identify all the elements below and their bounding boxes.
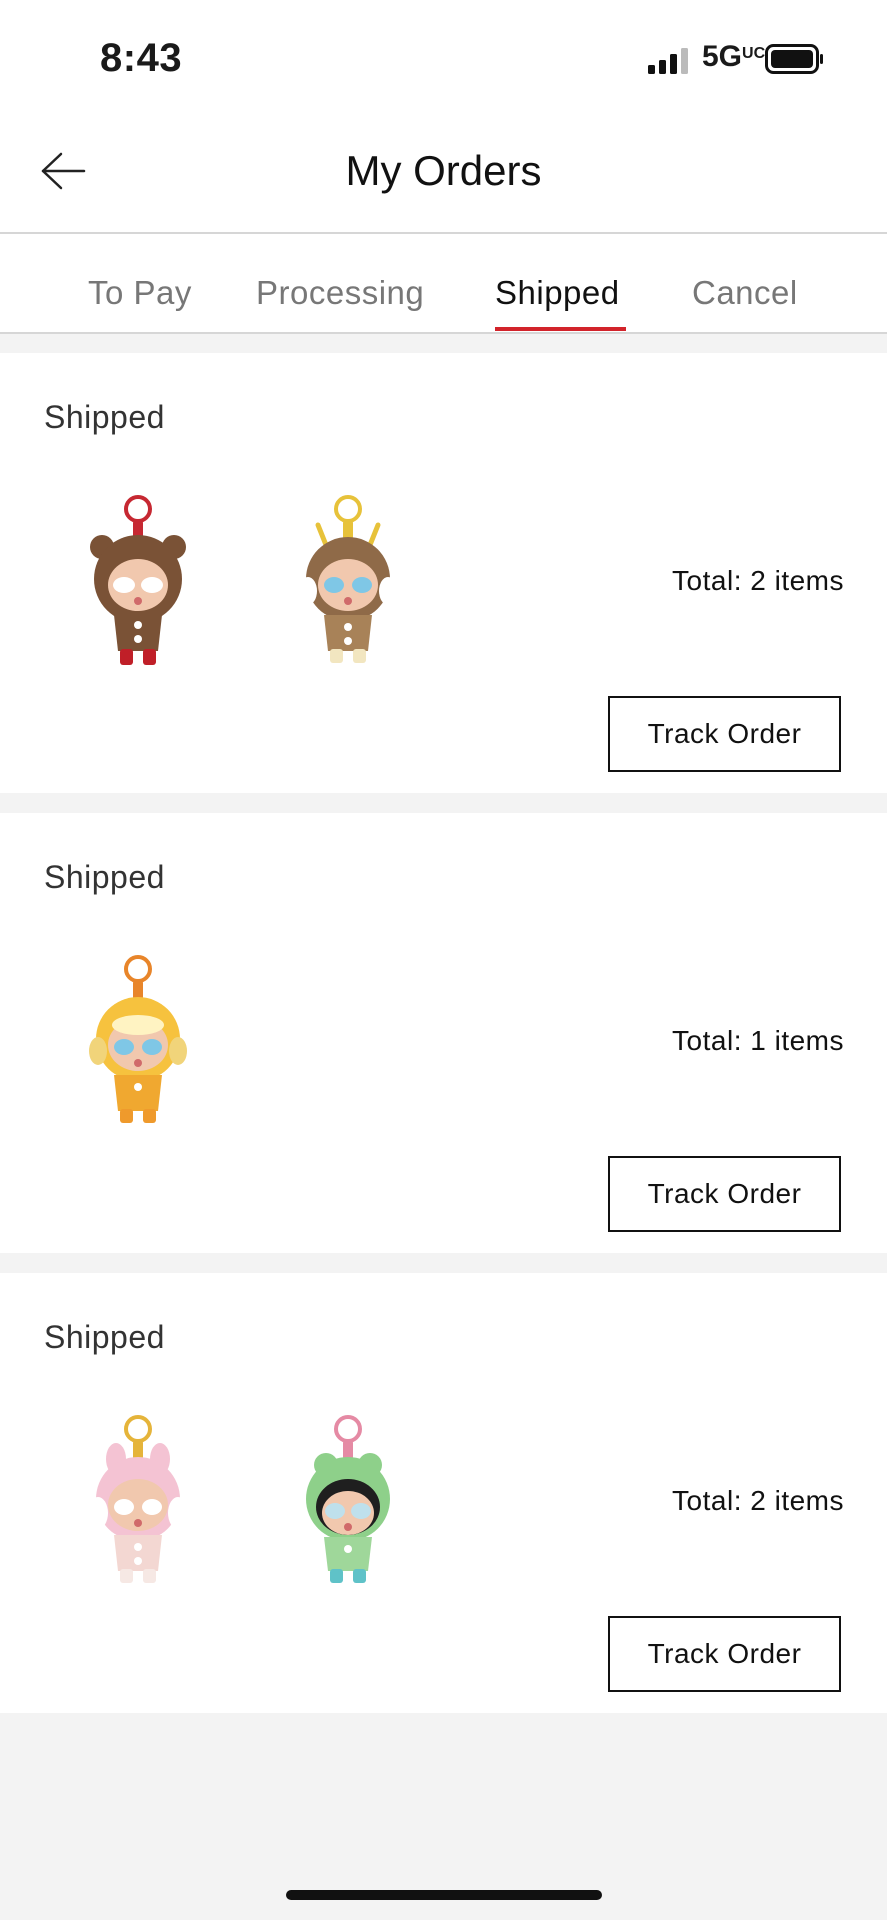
track-order-button[interactable]: Track Order — [608, 1156, 841, 1232]
order-total: Total: 1 items — [672, 1025, 844, 1056]
page-title: My Orders — [345, 147, 542, 194]
tab-cancel[interactable]: Cancel — [692, 274, 798, 312]
brown-bear-hood-doll-keychain[interactable] — [86, 493, 190, 669]
network-type: 5GUC — [702, 40, 766, 73]
cellular-signal-icon — [648, 48, 688, 74]
order-tabs: To Pay Processing Shipped Cancel — [0, 234, 887, 334]
green-frog-hood-doll-keychain[interactable] — [296, 1413, 400, 1589]
header-bar: My Orders — [0, 115, 887, 234]
track-order-button[interactable]: Track Order — [608, 696, 841, 772]
tab-to-pay[interactable]: To Pay — [88, 274, 192, 312]
status-time: 8:43 — [100, 36, 183, 80]
order-card[interactable]: Shipped Total: 1 items Track Order — [0, 813, 887, 1253]
home-indicator[interactable] — [286, 1890, 602, 1900]
order-total: Total: 2 items — [672, 1485, 844, 1516]
tab-shipped[interactable]: Shipped — [495, 274, 620, 312]
order-total: Total: 2 items — [672, 565, 844, 596]
order-status: Shipped — [44, 859, 165, 895]
pink-bunny-hood-doll-keychain[interactable] — [86, 1413, 190, 1589]
order-card[interactable]: Shipped Total: 2 items Track Order — [0, 1273, 887, 1713]
track-order-button[interactable]: Track Order — [608, 1616, 841, 1692]
status-bar: 8:43 5GUC — [0, 0, 887, 115]
order-card[interactable]: Shipped Total: 2 items Track Order — [0, 353, 887, 793]
order-status: Shipped — [44, 1319, 165, 1355]
active-tab-indicator — [495, 327, 626, 331]
bee-antenna-hood-doll-keychain[interactable] — [296, 493, 400, 669]
battery-icon — [765, 44, 823, 74]
yellow-chick-hood-doll-keychain[interactable] — [86, 953, 190, 1129]
tab-processing[interactable]: Processing — [256, 274, 424, 312]
order-status: Shipped — [44, 399, 165, 435]
